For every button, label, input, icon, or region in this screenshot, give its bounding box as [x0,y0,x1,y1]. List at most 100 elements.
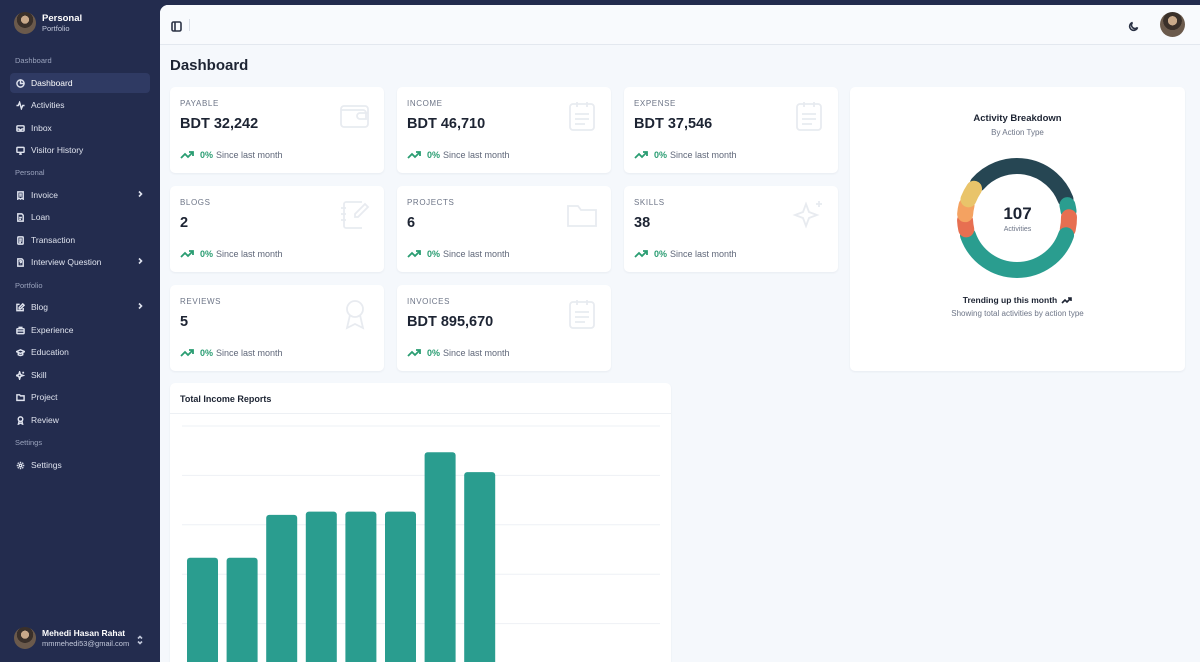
income-report-card: Total Income Reports [170,383,671,662]
question-icon [16,257,25,267]
trending-up-icon [407,151,421,159]
stat-label: BLOGS [180,198,211,207]
award-icon [338,297,372,331]
income-bar[interactable] [266,514,298,662]
stat-trend-percent: 0% [654,150,668,160]
income-bar-chart [182,425,660,662]
sidebar-item-label: Transaction [31,235,76,245]
trending-up-icon [407,250,421,258]
moon-icon[interactable] [1128,19,1139,32]
sidebar-item-experience[interactable]: Experience [10,320,150,340]
sidebar-item-label: Dashboard [31,78,73,88]
page-title: Dashboard [170,57,249,74]
chevron-right-icon [136,257,144,265]
clipboard-icon [565,99,599,133]
income-bar[interactable] [464,472,496,662]
sidebar-item-project[interactable]: Project [10,387,150,407]
trending-up-icon [180,349,194,357]
clipboard-icon [792,99,826,133]
folder-icon [565,198,599,232]
donut-slice[interactable] [969,158,1074,208]
activity-total-label: Activities [1003,226,1032,233]
sidebar-item-dashboard[interactable]: Dashboard [10,73,150,93]
stat-label: PROJECTS [407,198,455,207]
stat-trend-text: Since last month [670,249,737,259]
donut-slice[interactable] [960,180,983,208]
brand-subtitle: Portfolio [42,23,70,33]
section-label-personal: Personal [15,168,45,177]
trending-up-icon [1061,297,1073,304]
stat-card-skills: SKILLS 38 0% Since last month [624,186,838,272]
income-bar[interactable] [424,452,456,662]
stat-value: BDT 46,710 [407,116,486,132]
income-bar[interactable] [305,511,337,662]
income-bar[interactable] [226,557,258,662]
sidebar-item-review[interactable]: Review [10,410,150,430]
stat-trend: 0% Since last month [407,249,510,259]
stat-trend: 0% Since last month [180,348,283,358]
gear-icon [16,461,25,470]
income-bar[interactable] [385,511,416,662]
user-email: mmmehedi53@gmail.com [42,638,130,648]
income-bar[interactable] [187,557,218,662]
stat-trend-percent: 0% [200,249,214,259]
chevron-right-icon [136,302,144,310]
stat-label: INCOME [407,99,443,108]
chevrons-up-down-icon[interactable] [135,632,145,645]
sidebar-item-transaction[interactable]: Transaction [10,230,150,250]
section-label-settings: Settings [15,438,43,447]
sidebar-item-inbox[interactable]: Inbox [10,118,150,138]
main-content: Dashboard PAYABLE BDT 32,242 0% Since las… [160,5,1200,662]
activity-title: Activity Breakdown [973,113,1062,124]
sidebar-item-invoice[interactable]: Invoice [10,185,150,205]
activity-trending-text: Trending up this month [962,295,1058,305]
trending-up-icon [634,151,648,159]
sidebar-item-interview-question[interactable]: Interview Question [10,252,150,272]
sidebar-item-visitor-history[interactable]: Visitor History [10,140,150,160]
stat-trend-text: Since last month [443,249,510,259]
divider [189,19,190,31]
trending-up-icon [407,349,421,357]
income-bar[interactable] [345,511,377,662]
stat-card-payable: PAYABLE BDT 32,242 0% Since last month [170,87,384,173]
sidebar-item-skill[interactable]: Skill [10,365,150,385]
stat-trend-percent: 0% [427,150,441,160]
sidebar-item-loan[interactable]: Loan [10,207,150,227]
clipboard-icon [565,297,599,331]
avatar[interactable] [1160,12,1185,37]
stat-label: EXPENSE [634,99,676,108]
folder-icon [16,393,25,402]
activity-trending: Trending up this month [850,295,1185,305]
stat-trend-percent: 0% [200,150,214,160]
trending-up-icon [634,250,648,258]
stat-value: 2 [180,215,189,231]
brand[interactable]: Personal Portfolio [14,12,82,34]
sidebar-item-label: Project [31,392,58,402]
donut-slice[interactable] [960,227,1075,278]
award-icon [16,415,25,425]
sidebar-toggle-icon[interactable] [171,19,182,32]
sidebar-item-blog[interactable]: Blog [10,297,150,317]
stat-trend-text: Since last month [216,348,283,358]
activity-footnote: Showing total activities by action type [951,309,1084,318]
user-profile[interactable]: Mehedi Hasan Rahat mmmehedi53@gmail.com [14,627,129,649]
sidebar-item-activities[interactable]: Activities [10,95,150,115]
sidebar-item-label: Education [31,347,69,357]
sidebar-item-label: Invoice [31,190,58,200]
sidebar-item-education[interactable]: Education [10,342,150,362]
stat-value: 6 [407,215,416,231]
notebook-pen-icon [338,198,372,232]
stat-trend-percent: 0% [427,249,441,259]
stat-card-income: INCOME BDT 46,710 0% Since last month [397,87,611,173]
activity-total: 107 [1003,204,1032,223]
transaction-icon [16,235,25,245]
stat-label: PAYABLE [180,99,219,108]
activity-subtitle: By Action Type [991,128,1044,137]
stat-card-blogs: BLOGS 2 0% Since last month [170,186,384,272]
sidebar-item-settings[interactable]: Settings [10,455,150,475]
user-name: Mehedi Hasan Rahat [42,627,126,638]
top-bar [160,5,1200,45]
stat-value: BDT 32,242 [180,116,259,132]
user-avatar [14,627,36,649]
stat-trend-text: Since last month [216,249,283,259]
